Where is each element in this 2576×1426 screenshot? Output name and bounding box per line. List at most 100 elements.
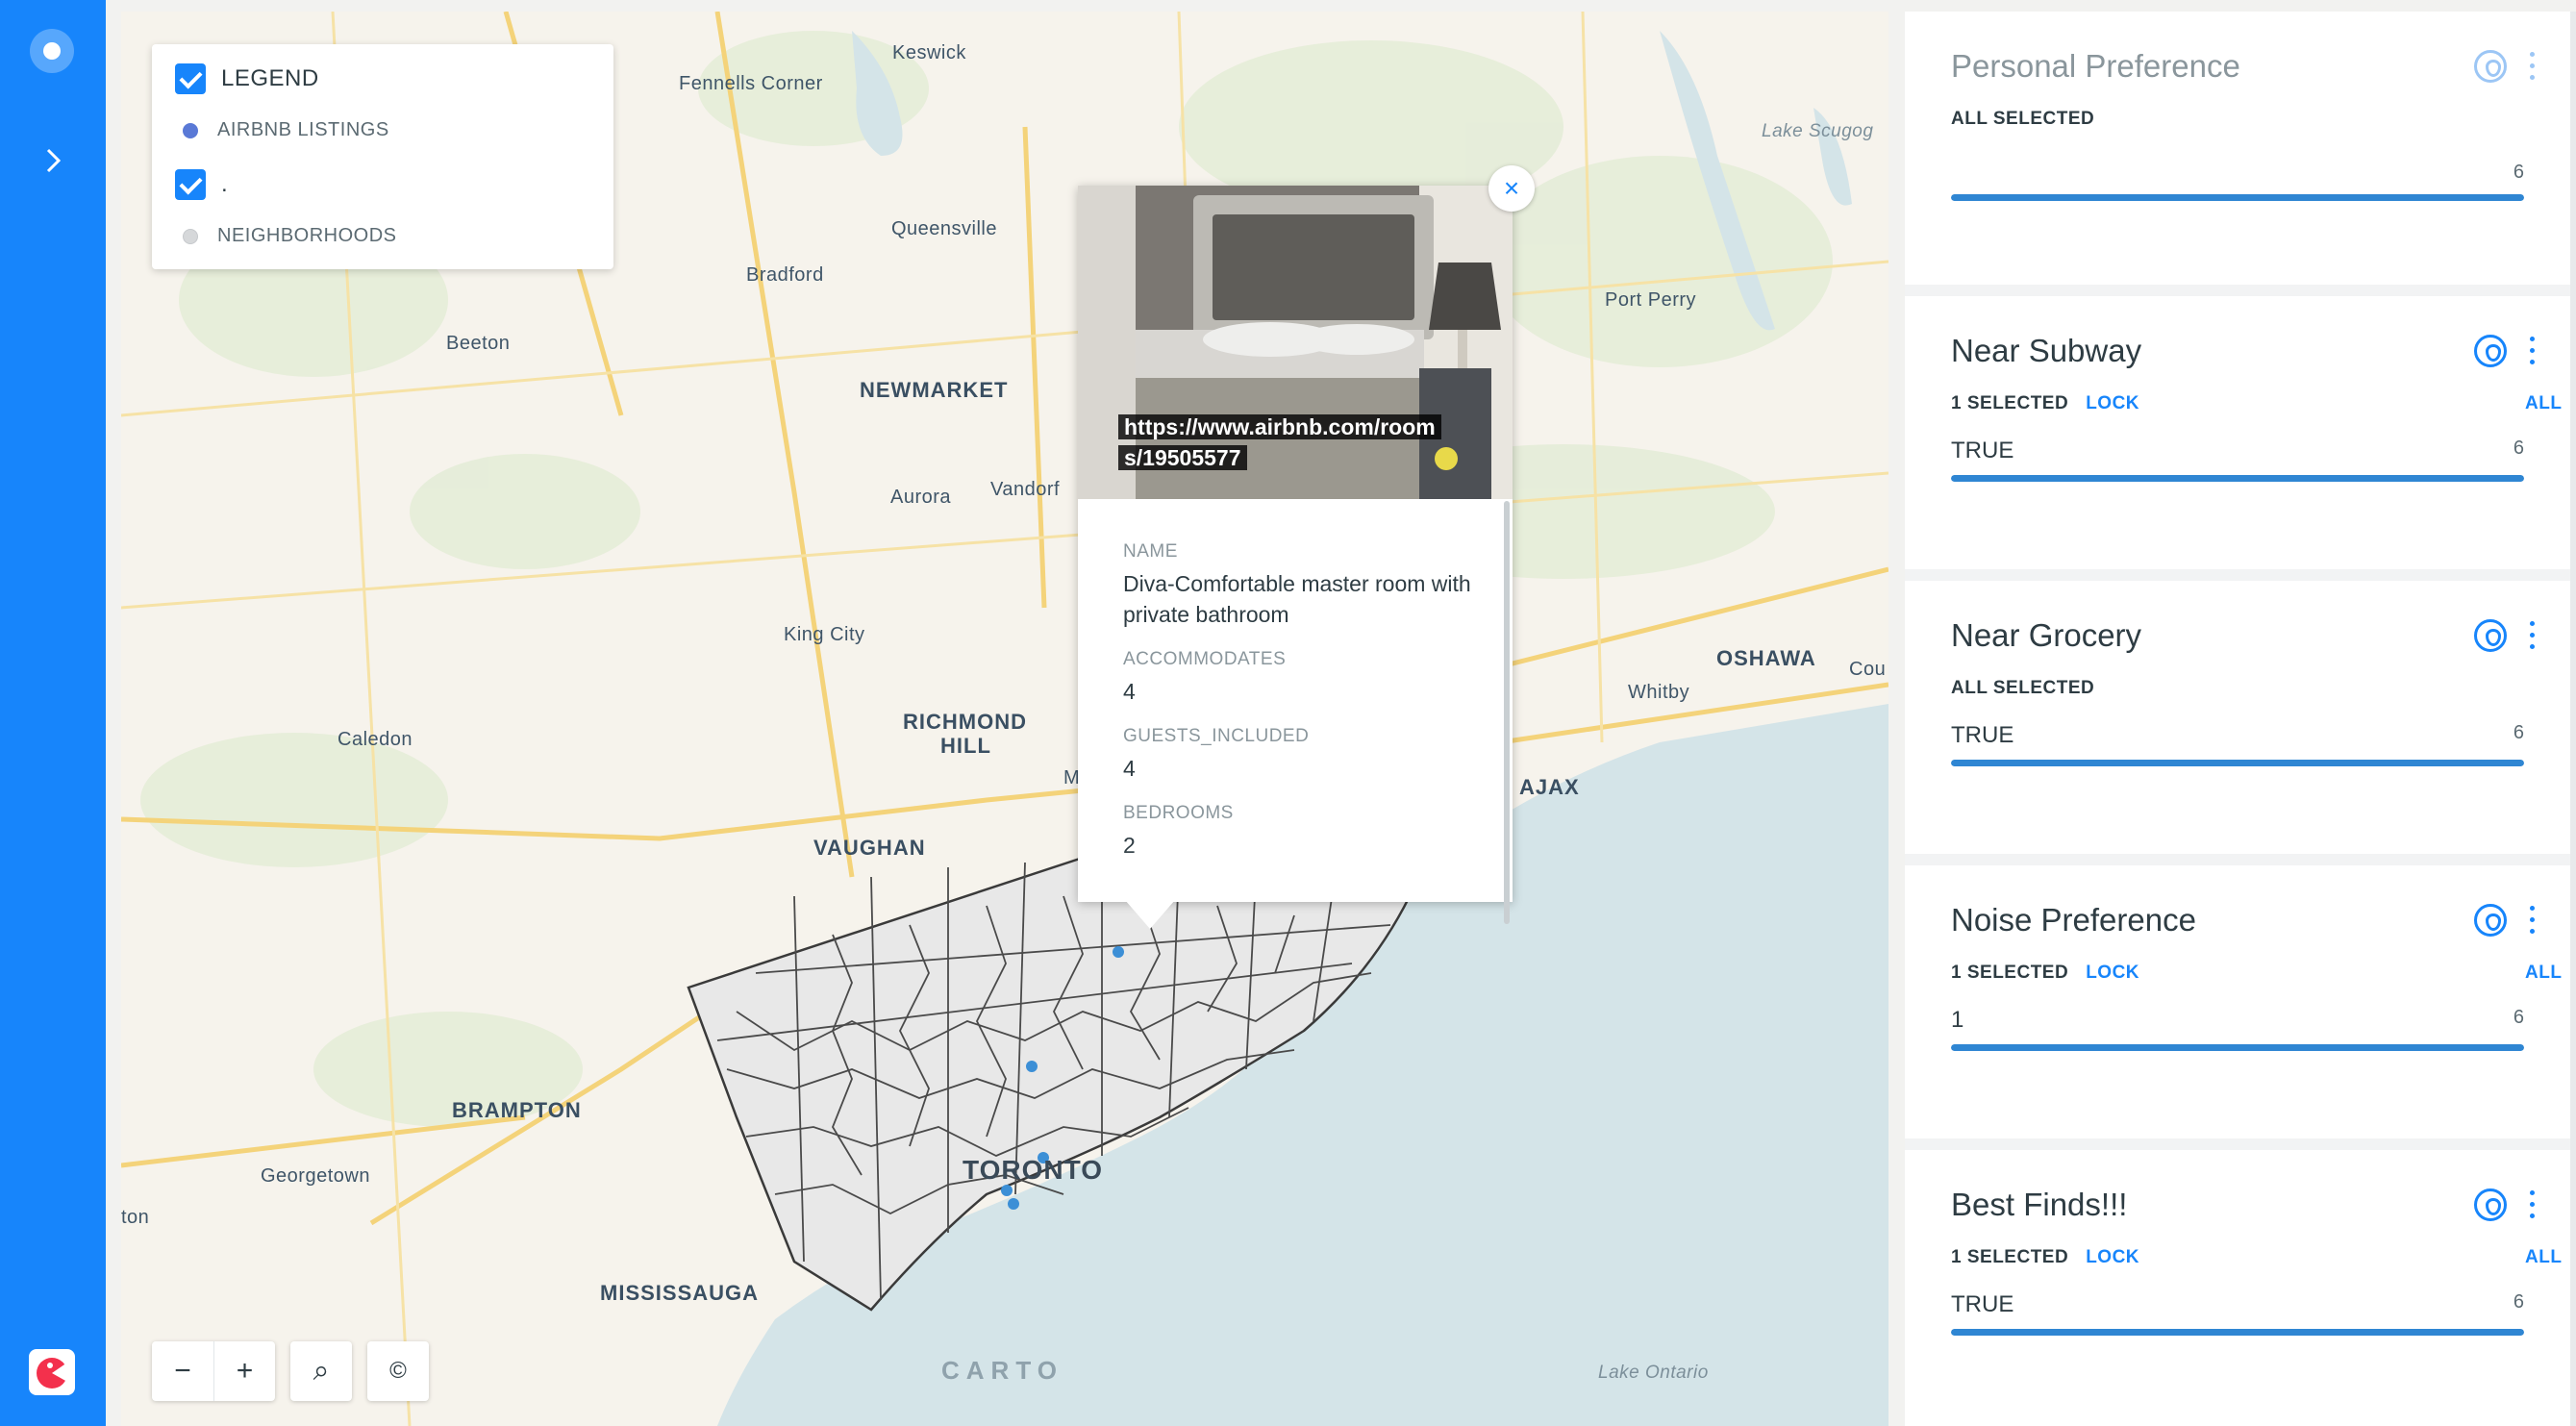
place-label-queensville: Queensville: [891, 218, 998, 239]
place-label-georgetown: Georgetown: [261, 1165, 370, 1187]
more-options-icon[interactable]: [2530, 337, 2536, 365]
widget-status: 1 SELECTED LOCK: [1951, 963, 2140, 983]
widget-status: 1 SELECTED LOCK: [1951, 393, 2140, 413]
popup-scrollbar[interactable]: [1504, 501, 1510, 924]
neighborhoods-swatch: [183, 228, 198, 244]
carto-attribution[interactable]: CARTO: [941, 1356, 1063, 1386]
color-by-icon[interactable]: [2474, 50, 2507, 83]
widget-title: Near Grocery: [1951, 617, 2142, 653]
carto-logo-icon[interactable]: [29, 1349, 75, 1395]
color-by-icon[interactable]: [2474, 1188, 2507, 1221]
category-bar[interactable]: [1951, 1329, 2524, 1336]
category-label[interactable]: TRUE: [1951, 722, 2013, 749]
zoom-controls: − +: [152, 1341, 275, 1401]
widget-title: Near Subway: [1951, 333, 2142, 368]
listing-url[interactable]: https://www.airbnb.com/room s/19505577: [1118, 412, 1441, 473]
layer-group-label: .: [221, 171, 229, 197]
select-all-button[interactable]: ALL: [2525, 1247, 2562, 1268]
lock-button[interactable]: LOCK: [2086, 963, 2139, 983]
close-popup-button[interactable]: ×: [1488, 165, 1535, 212]
place-label-bradford: Bradford: [746, 264, 824, 286]
place-label-vandorf: Vandorf: [990, 479, 1061, 500]
color-by-icon[interactable]: [2474, 335, 2507, 367]
more-options-icon[interactable]: [2530, 621, 2536, 650]
color-by-icon[interactable]: [2474, 904, 2507, 937]
place-label-vaughan: VAUGHAN: [813, 836, 926, 860]
widget-count: 6: [2513, 722, 2524, 743]
place-label-mississauga: MISSISSAUGA: [600, 1281, 760, 1305]
lock-button[interactable]: LOCK: [2086, 393, 2139, 413]
place-label-lake-ontario: Lake Ontario: [1598, 1363, 1709, 1383]
place-label-caledon: Caledon: [338, 729, 413, 750]
field-value-name: Diva-Comfortable master room with privat…: [1123, 571, 1471, 627]
attribution-control: ©: [367, 1341, 429, 1401]
copyright-icon[interactable]: ©: [367, 1341, 429, 1401]
select-all-button[interactable]: ALL: [2525, 393, 2562, 414]
field-label-name: NAME: [1123, 541, 1178, 562]
widget-best-finds: Best Finds!!! 1 SELECTED LOCK ALL TRUE 6: [1905, 1150, 2576, 1426]
widget-count: 6: [2513, 1007, 2524, 1028]
widget-status: 1 SELECTED LOCK: [1951, 1247, 2140, 1267]
place-label-oshawa: OSHAWA: [1716, 646, 1816, 670]
left-rail: [0, 0, 106, 1426]
search-control: ⌕: [290, 1341, 352, 1401]
listing-popup: https://www.airbnb.com/room s/19505577 NA…: [1078, 186, 1513, 924]
place-label-richmond-hill: RICHMOND: [903, 710, 1027, 734]
legend-title: LEGEND: [221, 65, 319, 91]
more-options-icon[interactable]: [2530, 52, 2536, 81]
field-label-bedrooms: BEDROOMS: [1123, 803, 1234, 823]
airbnb-listings-swatch: [183, 122, 198, 138]
color-by-icon[interactable]: [2474, 619, 2507, 652]
widget-status: ALL SELECTED: [1951, 109, 2095, 129]
widget-count: 6: [2513, 438, 2524, 459]
widget-count: 6: [2513, 1291, 2524, 1313]
place-label-king-city: King City: [784, 624, 865, 645]
field-label-guests-included: GUESTS_INCLUDED: [1123, 726, 1310, 746]
place-label-lake-scugog: Lake Scugog: [1762, 121, 1874, 141]
category-label[interactable]: 1: [1951, 1007, 1963, 1034]
field-value-accommodates: 4: [1123, 679, 1136, 704]
category-bar[interactable]: [1951, 760, 2524, 766]
place-label-milton: ton: [121, 1207, 150, 1228]
widget-noise-preference: Noise Preference 1 SELECTED LOCK ALL 1 6: [1905, 865, 2576, 1138]
widget-near-grocery: Near Grocery ALL SELECTED TRUE 6: [1905, 581, 2576, 854]
legend-item-airbnb-listings: AIRBNB LISTINGS: [217, 119, 389, 140]
place-label-brampton: BRAMPTON: [452, 1098, 582, 1122]
place-label-port-perry: Port Perry: [1605, 289, 1697, 311]
widget-personal-preference: Personal Preference ALL SELECTED 6: [1905, 12, 2576, 285]
place-label-courtice: Cou: [1849, 659, 1887, 680]
category-bar[interactable]: [1951, 475, 2524, 482]
popup-pointer: [1125, 900, 1175, 929]
app-icon[interactable]: [30, 29, 74, 73]
more-options-icon[interactable]: [2530, 906, 2536, 935]
place-label-aurora: Aurora: [890, 487, 952, 508]
place-label-beeton: Beeton: [446, 333, 511, 354]
category-label[interactable]: TRUE: [1951, 438, 2013, 464]
select-all-button[interactable]: ALL: [2525, 963, 2562, 984]
category-label[interactable]: TRUE: [1951, 1291, 2013, 1318]
place-label-richmond-hill-2: HILL: [940, 734, 991, 758]
neighborhoods-layer-checkbox[interactable]: [175, 169, 206, 200]
widgets-panel: Personal Preference ALL SELECTED 6 Near …: [1905, 12, 2576, 1426]
lock-button[interactable]: LOCK: [2086, 1247, 2139, 1267]
category-bar[interactable]: [1951, 194, 2524, 201]
place-label-toronto: TORONTO: [963, 1155, 1103, 1185]
legend-item-neighborhoods: NEIGHBORHOODS: [217, 225, 397, 246]
legend-checkbox[interactable]: [175, 63, 206, 94]
widget-near-subway: Near Subway 1 SELECTED LOCK ALL TRUE 6: [1905, 296, 2576, 569]
place-label-fennells-corner: Fennells Corner: [679, 73, 823, 94]
field-value-guests-included: 4: [1123, 756, 1136, 781]
legend-panel: LEGEND AIRBNB LISTINGS . NEIGHBORHOODS: [152, 44, 613, 269]
expand-chevron-icon[interactable]: [38, 146, 67, 175]
panel-scrollbar[interactable]: [2570, 12, 2576, 1426]
widget-title: Noise Preference: [1951, 902, 2196, 938]
zoom-in-button[interactable]: +: [213, 1341, 275, 1401]
place-label-keswick: Keswick: [892, 42, 966, 63]
place-label-newmarket: NEWMARKET: [860, 378, 1009, 402]
widget-title: Best Finds!!!: [1951, 1187, 2128, 1222]
search-icon[interactable]: ⌕: [290, 1341, 352, 1401]
category-bar[interactable]: [1951, 1044, 2524, 1051]
widget-count: 6: [2513, 162, 2524, 183]
more-options-icon[interactable]: [2530, 1190, 2536, 1219]
zoom-out-button[interactable]: −: [152, 1341, 213, 1401]
